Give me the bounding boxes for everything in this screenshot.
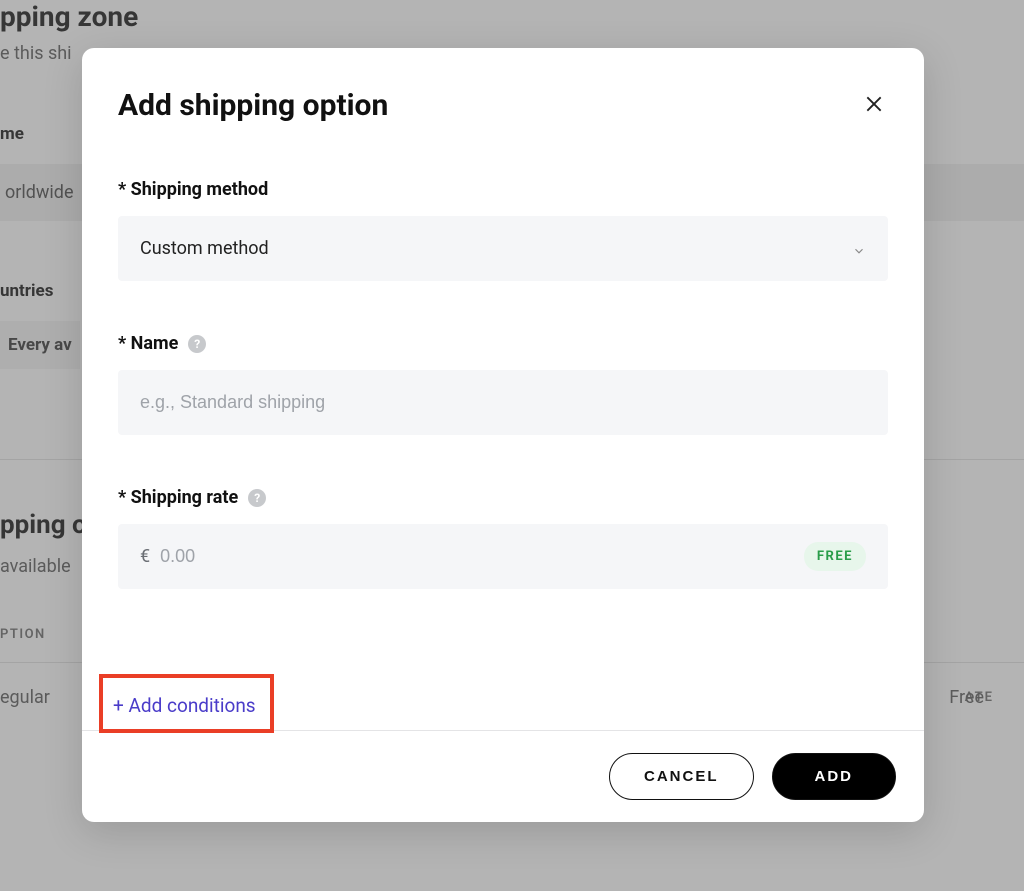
close-icon xyxy=(864,94,884,114)
shipping-rate-input[interactable] xyxy=(160,546,794,567)
name-field: * Name ? xyxy=(118,333,888,435)
shipping-method-select[interactable]: Custom method xyxy=(118,216,888,281)
close-button[interactable] xyxy=(860,90,888,122)
name-input[interactable] xyxy=(118,370,888,435)
currency-symbol: € xyxy=(140,546,150,567)
add-button[interactable]: ADD xyxy=(772,753,897,800)
add-conditions-link[interactable]: + Add conditions xyxy=(113,694,256,717)
free-badge: FREE xyxy=(804,542,866,571)
modal-footer: CANCEL ADD xyxy=(82,730,924,822)
modal-title: Add shipping option xyxy=(118,88,388,123)
shipping-method-value: Custom method xyxy=(140,238,269,259)
shipping-rate-field: * Shipping rate ? € FREE xyxy=(118,487,888,589)
chevron-down-icon xyxy=(852,242,866,256)
shipping-method-label: * Shipping method xyxy=(118,179,888,200)
name-label: * Name xyxy=(118,333,178,354)
highlight-annotation: + Add conditions xyxy=(99,674,274,733)
help-icon[interactable]: ? xyxy=(188,335,206,353)
cancel-button[interactable]: CANCEL xyxy=(609,753,754,800)
shipping-rate-label: * Shipping rate xyxy=(118,487,238,508)
shipping-method-field: * Shipping method Custom method xyxy=(118,179,888,281)
help-icon[interactable]: ? xyxy=(248,489,266,507)
shipping-rate-box: € FREE xyxy=(118,524,888,589)
